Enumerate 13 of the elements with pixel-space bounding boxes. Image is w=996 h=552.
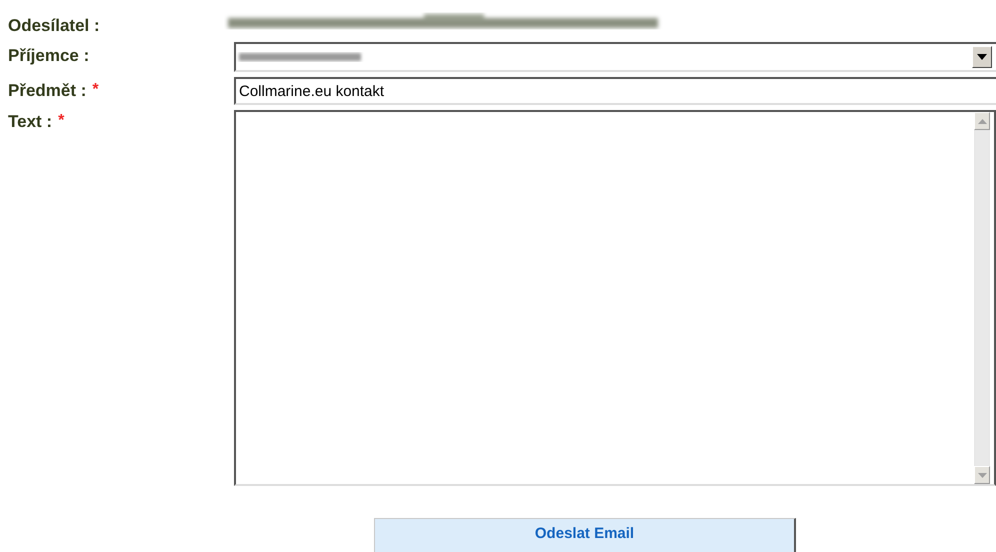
send-email-button[interactable]: Odeslat Email	[374, 518, 796, 552]
field-label: Text :	[8, 112, 52, 132]
field-label: Předmět :	[8, 81, 86, 101]
scroll-down-icon[interactable]	[978, 472, 986, 478]
recipient-dropdown[interactable]	[234, 42, 996, 72]
required-mark: *	[58, 112, 64, 131]
subject-field[interactable]: Collmarine.eu kontakt	[234, 77, 996, 105]
field-label: Odesílatel :	[8, 16, 100, 36]
scrollbar[interactable]	[974, 112, 990, 484]
scroll-up-icon[interactable]	[978, 118, 986, 124]
message-field[interactable]	[234, 110, 996, 486]
field-label: Příjemce :	[8, 46, 90, 66]
required-mark: *	[92, 81, 99, 100]
